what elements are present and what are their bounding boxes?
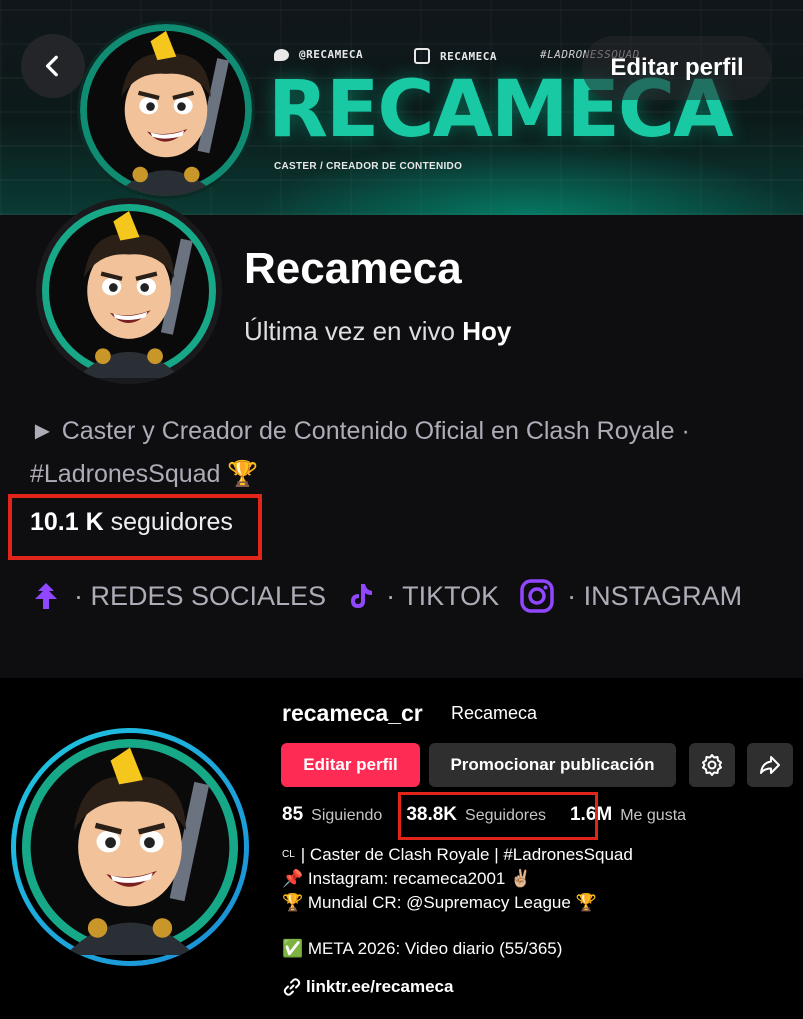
tiktok-bio: CL | Caster de Clash Royale | #LadronesS… [282, 843, 633, 961]
tiktok-username: recameca_cr [282, 700, 423, 726]
banner-twitter: @RECAMECA [274, 48, 363, 61]
link-redes-sociales[interactable]: · REDES SOCIALES [30, 581, 326, 612]
link-icon [283, 978, 301, 996]
profile-banner: @RECAMECA RECAMECA #LADRONESSQUAD RECAME… [0, 0, 803, 215]
social-links: · REDES SOCIALES · TIKTOK · INSTAGRAM [30, 578, 762, 614]
highlight-box [398, 792, 598, 840]
avatar[interactable] [36, 198, 222, 384]
edit-profile-button[interactable]: Editar perfil [582, 36, 772, 100]
highlight-box [8, 494, 262, 560]
share-button[interactable] [747, 743, 793, 787]
instagram-icon [520, 579, 554, 613]
channel-name: Recameca [244, 244, 462, 293]
bio-line: ✅ META 2026: Video diario (55/365) [282, 939, 563, 958]
following-stat[interactable]: 85 Siguiendo [282, 804, 382, 826]
promote-post-button[interactable]: Promocionar publicación [429, 743, 676, 787]
chevron-left-icon [45, 55, 58, 77]
back-button[interactable] [21, 34, 85, 98]
tiktok-avatar[interactable] [11, 728, 249, 966]
gear-icon [702, 754, 722, 776]
banner-twitch: RECAMECA [414, 48, 497, 64]
bio-link[interactable]: linktr.ee/recameca [282, 977, 453, 997]
settings-button[interactable] [689, 743, 735, 787]
banner-avatar [80, 24, 252, 196]
link-instagram[interactable]: · INSTAGRAM [519, 578, 742, 614]
twitter-icon [274, 48, 289, 61]
bio-line: CL | Caster de Clash Royale | #LadronesS… [282, 845, 633, 864]
banner-subtitle: CASTER / CREADOR DE CONTENIDO [274, 161, 463, 172]
tiktok-profile: recameca_cr Recameca Editar perfil Promo… [0, 678, 803, 1019]
tiktok-icon [351, 584, 373, 608]
link-tiktok[interactable]: · TIKTOK [346, 581, 499, 612]
tiktok-nickname: Recameca [451, 703, 538, 723]
share-icon [760, 756, 780, 774]
channel-bio: ► Caster y Creador de Contenido Oficial … [30, 417, 690, 488]
tiktok-edit-profile-button[interactable]: Editar perfil [281, 743, 420, 787]
bio-line: 🏆 Mundial CR: @Supremacy League 🏆 [282, 893, 597, 912]
last-live-status: Última vez en vivo Hoy [244, 316, 512, 346]
linktree-icon [35, 583, 57, 609]
twitch-icon [414, 48, 430, 64]
twitch-profile: @RECAMECA RECAMECA #LADRONESSQUAD RECAME… [0, 0, 803, 678]
bio-line: 📌 Instagram: recameca2001 ✌🏼 [282, 869, 532, 888]
